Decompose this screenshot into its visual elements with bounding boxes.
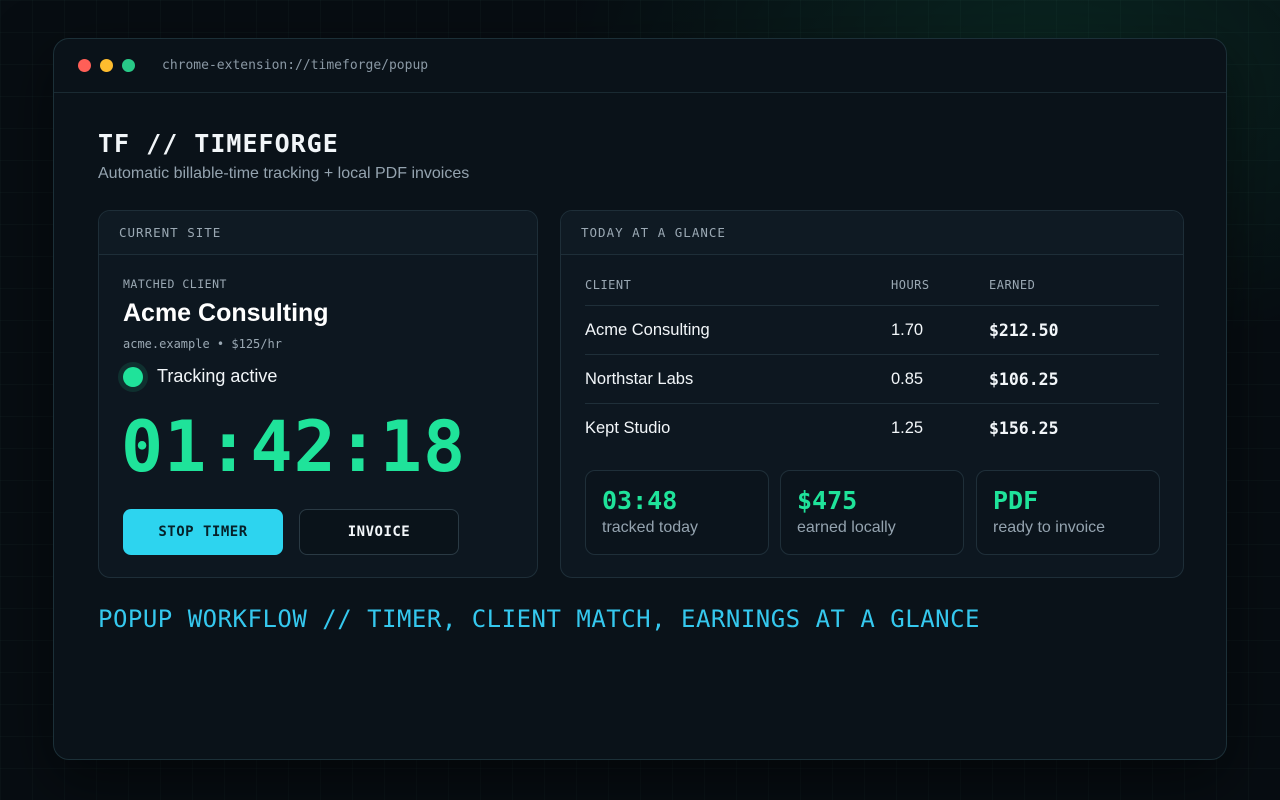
- table-row: Northstar Labs 0.85 $106.25: [585, 354, 1159, 404]
- row-hours: 0.85: [891, 354, 989, 404]
- today-glance-panel: TODAY AT A GLANCE CLIENT HOURS EARNED Ac…: [560, 210, 1184, 578]
- matched-client-label: MATCHED CLIENT: [123, 277, 227, 291]
- stat-card-pdf: PDF ready to invoice: [976, 470, 1160, 555]
- table-row: Kept Studio 1.25 $156.25: [585, 404, 1159, 453]
- today-glance-heading: TODAY AT A GLANCE: [561, 211, 1183, 255]
- table-header-row: CLIENT HOURS EARNED: [585, 265, 1159, 306]
- tracking-status-text: Tracking active: [157, 366, 278, 386]
- row-earned: $156.25: [989, 418, 1059, 438]
- minimize-window-button[interactable]: [100, 59, 113, 72]
- stat-card-tracked: 03:48 tracked today: [585, 470, 769, 555]
- column-header-client: CLIENT: [585, 265, 891, 306]
- row-earned: $212.50: [989, 305, 1159, 355]
- row-hours: 1.70: [891, 305, 989, 355]
- browser-window: chrome-extension://timeforge/popup TF //…: [53, 38, 1227, 760]
- column-header-hours: HOURS: [891, 265, 989, 306]
- status-indicator-icon: [123, 366, 143, 387]
- stat-card-earned: $475 earned locally: [780, 470, 964, 555]
- title-bar: chrome-extension://timeforge/popup: [54, 39, 1226, 93]
- column-header-earned: EARNED: [989, 265, 1159, 306]
- stat-value: 03:48: [602, 486, 678, 515]
- timer-display: 01:42:18: [121, 406, 467, 488]
- earnings-table: CLIENT HOURS EARNED Acme Consulting 1.70…: [585, 265, 1159, 452]
- close-window-button[interactable]: [78, 59, 91, 72]
- client-meta: acme.example • $125/hr: [123, 337, 282, 351]
- app-subtitle: Automatic billable-time tracking + local…: [98, 165, 470, 182]
- maximize-window-button[interactable]: [122, 59, 135, 72]
- row-client: Kept Studio: [585, 418, 671, 437]
- stat-value: PDF: [993, 486, 1039, 515]
- app-title: TF // TIMEFORGE: [98, 129, 339, 158]
- row-client: Northstar Labs: [585, 354, 891, 404]
- row-earned: $106.25: [989, 354, 1159, 404]
- stop-timer-button[interactable]: STOP TIMER: [123, 509, 283, 555]
- workflow-caption: POPUP WORKFLOW // TIMER, CLIENT MATCH, E…: [98, 605, 981, 633]
- stat-label: earned locally: [797, 519, 896, 536]
- tracking-status: Tracking active: [119, 366, 277, 387]
- row-client: Acme Consulting: [585, 305, 891, 355]
- stat-label: ready to invoice: [993, 519, 1106, 536]
- matched-client-name: Acme Consulting: [123, 299, 329, 327]
- invoice-button[interactable]: INVOICE: [299, 509, 459, 555]
- stat-value: $475: [797, 486, 858, 515]
- address-url: chrome-extension://timeforge/popup: [162, 58, 429, 73]
- table-row: Acme Consulting 1.70 $212.50: [585, 305, 1159, 355]
- row-hours: 1.25: [891, 418, 924, 437]
- current-site-heading: CURRENT SITE: [99, 211, 537, 255]
- stat-label: tracked today: [602, 519, 699, 536]
- current-site-panel: CURRENT SITE MATCHED CLIENT Acme Consult…: [98, 210, 538, 578]
